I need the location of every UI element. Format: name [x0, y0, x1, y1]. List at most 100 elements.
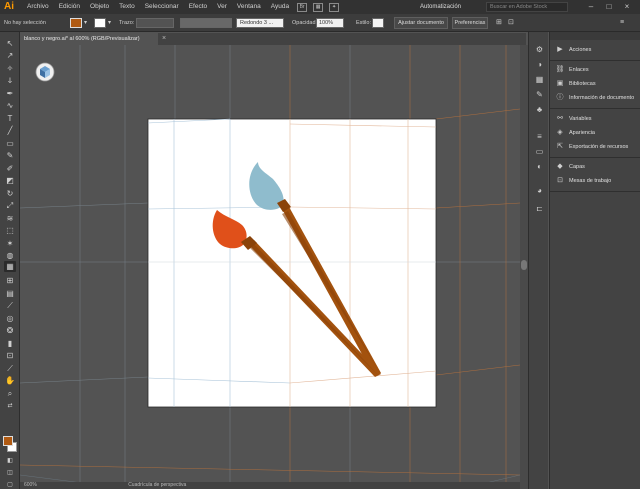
symbols-icon[interactable]: ♣ — [534, 104, 545, 115]
arrange-documents-icon[interactable]: ▦ — [313, 2, 324, 12]
menu-edicion[interactable]: Edición — [54, 0, 85, 14]
vertical-scrollbar[interactable] — [520, 45, 528, 489]
panel-mesas[interactable]: ⊡ Mesas de trabajo — [550, 174, 640, 188]
menu-efecto[interactable]: Efecto — [184, 0, 212, 14]
perspective-grid-icon[interactable]: ▦ — [4, 261, 16, 272]
swap-colors-icon[interactable]: ⇄ — [4, 401, 16, 412]
panel-capas[interactable]: ◆ Capas — [550, 160, 640, 174]
panel-label: Variables — [569, 116, 592, 122]
stock-search-input[interactable]: Buscar en Adobe Stock — [486, 2, 568, 12]
mesh-tool-icon[interactable]: ⊞ — [4, 275, 16, 286]
align-icon[interactable]: ⊞ — [496, 14, 502, 32]
direct-selection-tool-icon[interactable]: ↗ — [4, 50, 16, 61]
eraser-tool-icon[interactable]: ◩ — [4, 175, 16, 186]
menu-ventana[interactable]: Ventana — [232, 0, 266, 14]
menu-ver[interactable]: Ver — [212, 0, 232, 14]
symbol-sprayer-icon[interactable]: ❂ — [4, 325, 16, 336]
properties-icon[interactable]: ⚙ — [534, 44, 545, 55]
gpu-icon[interactable]: ✦ — [329, 2, 340, 12]
color-mode-icon[interactable]: ◧ — [4, 456, 16, 467]
pen-tool-icon[interactable]: ✒ — [4, 88, 16, 99]
stroke-weight-field[interactable] — [136, 18, 174, 28]
chevron-down-icon[interactable]: ▾ — [108, 14, 111, 32]
menu-ayuda[interactable]: Ayuda — [266, 0, 294, 14]
menu-archivo[interactable]: Archivo — [22, 0, 54, 14]
brush-definition[interactable]: Redondo 3 ... — [236, 18, 284, 28]
opacity-field[interactable]: 100% — [316, 18, 344, 28]
stroke-icon[interactable]: ≡ — [534, 131, 545, 142]
adjust-document-button[interactable]: Ajustar documento — [394, 17, 448, 29]
artboard[interactable] — [147, 118, 437, 408]
panel-header[interactable] — [550, 32, 640, 40]
magic-wand-icon[interactable]: ✧ — [4, 63, 16, 74]
artboards-icon: ⊡ — [557, 177, 563, 184]
panel-enlaces[interactable]: ⛓ Enlaces — [550, 63, 640, 77]
menu-texto[interactable]: Texto — [114, 0, 140, 14]
artboard-tool-icon[interactable]: ⊡ — [4, 350, 16, 361]
shape-builder-icon[interactable]: ◍ — [4, 250, 16, 261]
transform-icon[interactable]: ⊡ — [508, 14, 514, 32]
column-graph-icon[interactable]: ▮ — [4, 338, 16, 349]
zoom-tool-icon[interactable]: ⌕ — [4, 388, 16, 399]
line-tool-icon[interactable]: ╱ — [4, 125, 16, 136]
graphic-styles-icon[interactable]: ◕ — [534, 185, 545, 196]
graphic-style-swatch[interactable] — [372, 18, 384, 28]
screen-mode-icon[interactable]: ▢ — [4, 480, 16, 489]
gradient-tool-icon[interactable]: ▤ — [4, 288, 16, 299]
gradient-icon[interactable]: ▭ — [534, 146, 545, 157]
fill-color-swatch[interactable] — [3, 436, 13, 446]
panel-menu-icon[interactable]: ≡ — [620, 14, 624, 32]
type-tool-icon[interactable]: T — [4, 113, 16, 124]
link-icon: ⛓ — [555, 66, 565, 73]
asset-export-icon[interactable]: ⊏ — [534, 203, 545, 214]
lasso-icon[interactable]: ↆ — [4, 75, 16, 86]
minimize-icon[interactable]: – — [586, 2, 596, 12]
panel-variables[interactable]: ⚯ Variables — [550, 112, 640, 126]
document-tab[interactable]: blanco y negro.ai* al 600% (RGB/Previsua… — [20, 33, 158, 45]
bridge-icon[interactable]: Br — [297, 2, 308, 12]
workspace-switcher[interactable]: Automatización — [420, 2, 478, 12]
selection-tool-icon[interactable]: ↖ — [4, 38, 16, 49]
perspective-canvas — [20, 45, 520, 489]
puppet-warp-icon[interactable]: ✶ — [4, 238, 16, 249]
chevron-down-icon[interactable]: ▾ — [84, 14, 87, 32]
shaper-tool-icon[interactable]: ✐ — [4, 163, 16, 174]
library-icon: ▣ — [556, 80, 564, 87]
panel-informacion[interactable]: ⓘ Información de documento — [550, 91, 640, 105]
canvas-area[interactable] — [20, 45, 520, 489]
transparency-icon[interactable]: ◐ — [534, 161, 545, 172]
paintbrush-tool-icon[interactable]: ✎ — [4, 150, 16, 161]
menu-objeto[interactable]: Objeto — [85, 0, 114, 14]
preferences-button[interactable]: Preferencias — [452, 17, 488, 29]
scale-tool-icon[interactable]: ⤢ — [4, 200, 16, 211]
warp-tool-icon[interactable]: ≋ — [4, 213, 16, 224]
close-window-icon[interactable]: × — [622, 2, 632, 12]
fill-swatch[interactable] — [70, 18, 82, 28]
perspective-widget-icon[interactable] — [35, 62, 55, 82]
rotate-tool-icon[interactable]: ↻ — [4, 188, 16, 199]
panel-acciones[interactable]: ▶ Acciones — [550, 43, 640, 57]
menu-seleccionar[interactable]: Seleccionar — [140, 0, 184, 14]
zoom-level[interactable]: 600% — [24, 482, 37, 488]
slice-tool-icon[interactable]: ⟋ — [4, 363, 16, 374]
hand-tool-icon[interactable]: ✋ — [4, 375, 16, 386]
panel-exportacion[interactable]: ⇱ Exportación de recursos — [550, 140, 640, 154]
scrollbar-thumb[interactable] — [521, 260, 527, 270]
color-icon[interactable]: ◑ — [534, 59, 545, 70]
brushes-icon[interactable]: ✎ — [534, 89, 545, 100]
stroke-swatch[interactable] — [94, 18, 106, 28]
control-bar: No hay selección ▾ ▾ Trazo: Redondo 3 ..… — [0, 14, 640, 32]
close-tab-icon[interactable]: × — [162, 33, 166, 45]
curvature-tool-icon[interactable]: ∿ — [4, 100, 16, 111]
draw-mode-icon[interactable]: ◫ — [4, 468, 16, 479]
variable-width-profile[interactable] — [180, 18, 232, 28]
blend-tool-icon[interactable]: ◎ — [4, 313, 16, 324]
panel-bibliotecas[interactable]: ▣ Bibliotecas — [550, 77, 640, 91]
panel-label: Enlaces — [569, 67, 589, 73]
maximize-icon[interactable]: □ — [604, 2, 614, 12]
eyedropper-icon[interactable]: ⟋ — [4, 300, 16, 311]
swatches-icon[interactable]: ▦ — [534, 74, 545, 85]
panel-apariencia[interactable]: ◈ Apariencia — [550, 126, 640, 140]
rectangle-tool-icon[interactable]: ▭ — [4, 138, 16, 149]
free-transform-icon[interactable]: ⬚ — [4, 225, 16, 236]
